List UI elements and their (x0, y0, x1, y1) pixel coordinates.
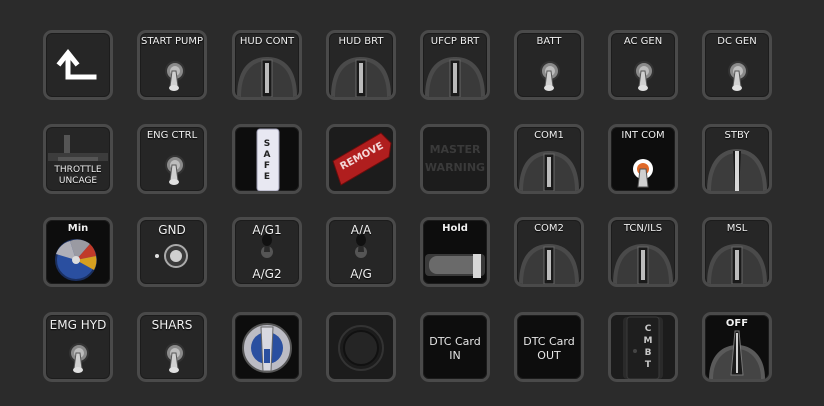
rotary-knob-icon (242, 323, 292, 373)
tcn-ils-knob[interactable]: TCN/ILS (608, 217, 678, 287)
rotary-knob-icon (613, 244, 673, 284)
ac-gen-switch[interactable]: AC GEN (608, 30, 678, 100)
push-button-icon (155, 244, 188, 268)
rotary-knob-icon (709, 330, 765, 379)
blue-rotary-knob[interactable] (232, 312, 302, 382)
ufcp-brt-knob[interactable]: UFCP BRT (420, 30, 490, 100)
shars-switch[interactable]: SHARS (137, 312, 207, 382)
hud-brt-knob[interactable]: HUD BRT (326, 30, 396, 100)
rotary-knob-icon (707, 149, 767, 191)
throttle-uncage-button[interactable]: THROTTLE UNCAGE (43, 124, 113, 194)
master-warning-label: MASTER WARNING (424, 143, 486, 174)
ag2-label: A/G2 (252, 267, 282, 281)
gnd-button[interactable]: GND (137, 217, 207, 287)
com1-knob[interactable]: COM1 (514, 124, 584, 194)
rotary-knob-icon (425, 57, 485, 97)
rotary-knob-icon (519, 151, 579, 191)
gauge-knob-icon (55, 239, 97, 281)
lever-handle-icon (425, 254, 485, 278)
off-knob[interactable]: OFF (702, 312, 772, 382)
throttle-uncage-label: THROTTLE UNCAGE (54, 165, 102, 186)
toggle-switch-icon (165, 343, 185, 373)
rotary-knob-icon (519, 244, 579, 284)
back-button[interactable] (43, 30, 113, 100)
master-warning-button[interactable]: MASTER WARNING (420, 124, 490, 194)
int-com-switch[interactable]: INT COM (608, 124, 678, 194)
msl-knob[interactable]: MSL (702, 217, 772, 287)
rotary-knob-icon (707, 244, 767, 284)
dtc-card-in-button[interactable]: DTC Card IN (420, 312, 490, 382)
ag-label: A/G (350, 267, 372, 281)
dc-gen-switch[interactable]: DC GEN (702, 30, 772, 100)
safe-switch[interactable]: S A F E (232, 124, 302, 194)
dtc-card-in-label: DTC Card IN (429, 335, 481, 362)
round-push-button[interactable] (326, 312, 396, 382)
dtc-card-out-button[interactable]: DTC Card OUT (514, 312, 584, 382)
start-pump-switch[interactable]: START PUMP (137, 30, 207, 100)
rotary-knob-icon (237, 57, 297, 97)
toggle-switch-icon (165, 155, 185, 185)
emg-hyd-switch[interactable]: EMG HYD (43, 312, 113, 382)
control-panel-grid: START PUMP HUD CONT HUD BRT UFCP BRT BAT… (0, 0, 824, 406)
cmbt-switch[interactable]: C M B T (608, 312, 678, 382)
hud-cont-knob[interactable]: HUD CONT (232, 30, 302, 100)
stby-knob[interactable]: STBY (702, 124, 772, 194)
return-arrow-icon (56, 48, 97, 80)
toggle-switch-icon (633, 159, 653, 188)
batt-switch[interactable]: BATT (514, 30, 584, 100)
rotary-knob-icon (331, 57, 391, 97)
toggle-switch-icon (634, 61, 654, 91)
remove-tag-button[interactable]: REMOVE (326, 124, 396, 194)
cmbt-letters: C M B T (643, 324, 653, 370)
ag1-ag2-switch[interactable]: A/G1 A/G2 (232, 217, 302, 287)
toggle-switch-icon (540, 61, 560, 91)
toggle-switch-icon (728, 61, 748, 91)
toggle-switch-icon (165, 61, 185, 91)
push-button-icon (338, 325, 384, 371)
aa-ag-switch[interactable]: A/A A/G (326, 217, 396, 287)
safe-letters: S A F E (263, 139, 271, 182)
dtc-card-out-label: DTC Card OUT (523, 335, 575, 362)
toggle-switch-icon (69, 343, 89, 373)
com2-knob[interactable]: COM2 (514, 217, 584, 287)
eng-ctrl-switch[interactable]: ENG CTRL (137, 124, 207, 194)
hold-switch[interactable]: Hold (420, 217, 490, 287)
rwr-volume-knob[interactable]: Min (43, 217, 113, 287)
